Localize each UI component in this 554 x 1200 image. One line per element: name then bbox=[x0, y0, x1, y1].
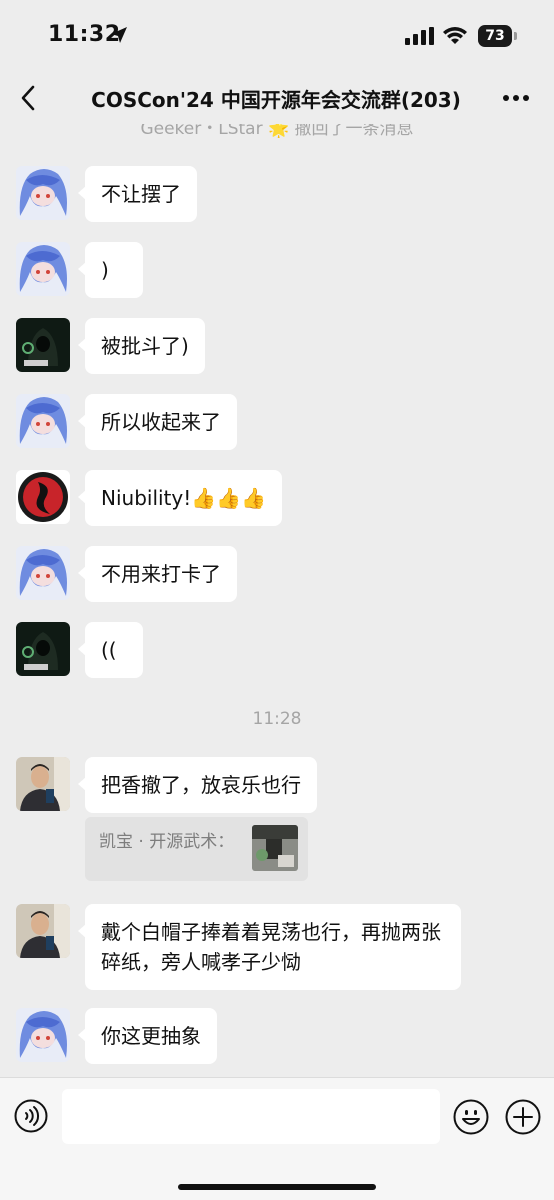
battery-indicator: 73 bbox=[478, 25, 518, 47]
man-photo-avatar[interactable] bbox=[16, 757, 70, 811]
hooded-hacker-avatar[interactable] bbox=[16, 318, 70, 372]
message-bubble[interactable]: 不用来打卡了 bbox=[78, 546, 237, 602]
emoji-icon[interactable] bbox=[453, 1099, 489, 1135]
hooded-hacker-avatar[interactable] bbox=[16, 622, 70, 676]
wifi-icon bbox=[443, 27, 467, 44]
home-indicator[interactable] bbox=[178, 1184, 376, 1190]
message-bubble[interactable]: 所以收起来了 bbox=[78, 394, 237, 450]
message-bubble[interactable]: Niubility!👍👍👍 bbox=[78, 470, 282, 526]
quoted-message-text: 凯宝 · 开源武术： bbox=[99, 832, 235, 852]
voice-input-icon[interactable] bbox=[14, 1099, 48, 1133]
chat-title: COSCon'24 中国开源年会交流群(203) bbox=[91, 88, 461, 112]
battery-level: 73 bbox=[478, 25, 512, 47]
anime-blue-hair-avatar[interactable] bbox=[16, 242, 70, 296]
quoted-message[interactable]: 凯宝 · 开源武术： bbox=[85, 817, 308, 881]
message-bubble[interactable]: 把香撤了，放哀乐也行 bbox=[78, 757, 317, 813]
anime-blue-hair-avatar[interactable] bbox=[16, 166, 70, 220]
back-arrow-icon[interactable] bbox=[18, 84, 40, 112]
anime-blue-hair-avatar[interactable] bbox=[16, 546, 70, 600]
chat-header: COSCon'24 中国开源年会交流群(203) bbox=[0, 72, 554, 124]
anime-blue-hair-avatar[interactable] bbox=[16, 1008, 70, 1062]
time-divider: 11:28 bbox=[252, 709, 302, 729]
input-bar bbox=[0, 1077, 554, 1200]
more-options-icon[interactable] bbox=[500, 86, 532, 110]
plus-icon[interactable] bbox=[505, 1099, 541, 1135]
message-bubble[interactable]: 戴个白帽子捧着着晃荡也行，再抛两张碎纸，旁人喊孝子少恸 bbox=[78, 904, 461, 990]
message-bubble[interactable]: ) bbox=[78, 242, 143, 298]
message-bubble[interactable]: (( bbox=[78, 622, 143, 678]
battery-tip bbox=[514, 32, 517, 40]
anime-blue-hair-avatar[interactable] bbox=[16, 394, 70, 448]
cellular-signal-icon bbox=[405, 27, 434, 45]
status-bar: 11:32 73 bbox=[0, 0, 554, 72]
message-bubble[interactable]: 你这更抽象 bbox=[78, 1008, 217, 1064]
message-input[interactable] bbox=[62, 1089, 440, 1144]
man-photo-avatar[interactable] bbox=[16, 904, 70, 958]
red-circle-logo-avatar[interactable] bbox=[16, 470, 70, 524]
location-arrow-icon bbox=[111, 27, 127, 43]
message-bubble[interactable]: 不让摆了 bbox=[78, 166, 197, 222]
quoted-image-thumbnail[interactable] bbox=[252, 825, 298, 871]
message-bubble[interactable]: 被批斗了) bbox=[78, 318, 205, 374]
